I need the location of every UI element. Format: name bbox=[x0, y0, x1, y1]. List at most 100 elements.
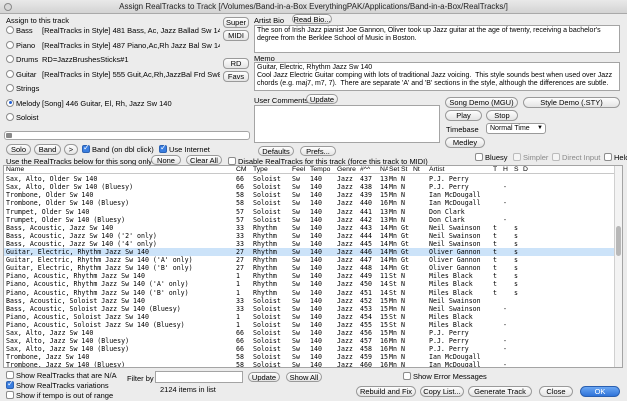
use-internet-checkbox[interactable] bbox=[159, 143, 167, 153]
table-row[interactable]: Sax, Alto, Jazz Sw 140 66 Soloist Sw 140 Jazz… bbox=[4, 329, 622, 337]
track-radio-piano[interactable] bbox=[6, 40, 14, 49]
table-cell: Rhythm bbox=[253, 280, 277, 289]
table-row[interactable]: Trombone, Jazz Sw 140 (Bluesy) 58 Soloist S… bbox=[4, 361, 622, 367]
show-na-label: Show RealTracks that are N/A bbox=[16, 371, 117, 380]
table-row[interactable]: Trumpet, Older Sw 140 (Bluesy) 57 Soloist S… bbox=[4, 216, 622, 224]
track-radio-melody[interactable] bbox=[6, 98, 14, 107]
ok-button[interactable]: OK bbox=[580, 386, 620, 397]
copy-list-button[interactable]: Copy List... bbox=[420, 386, 464, 397]
realtracks-table[interactable]: NameCMTypeFeelTempoGenre#^^NASetStNtArti… bbox=[3, 165, 623, 368]
table-row[interactable]: Piano, Acoustic, Rhythm Jazz Sw 140 ('A'… bbox=[4, 280, 622, 288]
table-row[interactable]: Piano, Acoustic, Soloist Jazz Sw 140 1 Sol… bbox=[4, 313, 622, 321]
show-errors-checkbox[interactable] bbox=[403, 372, 411, 380]
timebase-value: Normal Time bbox=[490, 125, 530, 132]
simpler-checkbox[interactable] bbox=[513, 153, 521, 161]
table-cell: Trombone, Jazz Sw 140 bbox=[6, 353, 90, 362]
table-cell: 446 bbox=[360, 248, 372, 256]
track-radio-strings[interactable] bbox=[6, 84, 14, 92]
table-row[interactable]: Bass, Acoustic, Soloist Jazz Sw 140 33 Sol… bbox=[4, 297, 622, 305]
none-button[interactable]: None bbox=[151, 155, 181, 165]
table-cell: Neil Swainson bbox=[429, 231, 481, 240]
table-cell: Soloist bbox=[253, 353, 281, 362]
bluesy-checkbox[interactable] bbox=[475, 153, 483, 161]
midi-button[interactable]: MIDI bbox=[223, 30, 249, 41]
table-cell: Sw bbox=[292, 215, 300, 224]
table-cell: Trombone, Older Sw 140 bbox=[6, 191, 94, 200]
stop-button[interactable]: Stop bbox=[486, 110, 518, 121]
super-button[interactable]: Super bbox=[223, 17, 249, 28]
table-row[interactable]: Trombone, Older Sw 140 (Bluesy) 58 Soloist… bbox=[4, 199, 622, 207]
track-radio-guitar[interactable] bbox=[6, 69, 14, 78]
show-all-button[interactable]: Show All bbox=[286, 372, 322, 382]
column-header: D bbox=[523, 166, 528, 173]
filter-update-button[interactable]: Update bbox=[248, 372, 280, 382]
band-dbl-click-checkbox[interactable] bbox=[82, 143, 90, 153]
table-row[interactable]: Sax, Alto, Jazz Sw 140 (Bluesy) 66 Soloist… bbox=[4, 337, 622, 345]
table-row[interactable]: Guitar, Electric, Rhythm Jazz Sw 140 ('B… bbox=[4, 264, 622, 272]
table-row[interactable]: Piano, Acoustic, Soloist Jazz Sw 140 (Bl… bbox=[4, 321, 622, 329]
direct-input-checkbox[interactable] bbox=[552, 153, 560, 161]
table-cell: Rhythm bbox=[253, 248, 277, 256]
table-row[interactable]: Piano, Acoustic, Rhythm Jazz Sw 140 ('B'… bbox=[4, 289, 622, 297]
medley-button[interactable]: Medley bbox=[445, 137, 485, 148]
table-row[interactable]: Guitar, Electric, Rhythm Jazz Sw 140 27 Rh… bbox=[4, 248, 622, 257]
table-cell: Guitar, Electric, Rhythm Jazz Sw 140 bbox=[6, 248, 149, 256]
table-scrollbar[interactable] bbox=[614, 166, 622, 367]
track-radio-bass[interactable] bbox=[6, 26, 14, 34]
filter-input[interactable] bbox=[155, 371, 243, 383]
table-row[interactable]: Sax, Alto, Jazz Sw 140 (Bluesy) 66 Soloist… bbox=[4, 345, 622, 353]
table-row[interactable]: Bass, Acoustic, Jazz Sw 140 ('4' only) 33… bbox=[4, 240, 622, 248]
comments-update-button[interactable]: Update bbox=[306, 94, 338, 104]
table-row[interactable]: Bass, Acoustic, Soloist Jazz Sw 140 (Blu… bbox=[4, 305, 622, 313]
table-cell: Soloist bbox=[253, 345, 281, 354]
table-row[interactable]: Bass, Acoustic, Jazz Sw 140 33 Rhythm Sw 140… bbox=[4, 224, 622, 232]
style-demo-button[interactable]: Style Demo (.STY) bbox=[523, 97, 620, 108]
close-button[interactable]: Close bbox=[539, 386, 573, 397]
clear-all-button[interactable]: Clear All bbox=[186, 155, 222, 165]
table-row[interactable]: Piano, Acoustic, Rhythm Jazz Sw 140 1 Rhyt… bbox=[4, 272, 622, 280]
track-radio-drums[interactable] bbox=[6, 55, 14, 63]
table-cell: Jazz bbox=[337, 239, 353, 248]
table-cell: 1 bbox=[236, 320, 240, 329]
solo-button[interactable]: Solo bbox=[6, 144, 31, 155]
timebase-select[interactable]: Normal Time ▼ bbox=[486, 123, 546, 134]
show-tempo-range-checkbox[interactable] bbox=[6, 391, 14, 399]
play-button[interactable]: Play bbox=[445, 110, 482, 121]
defaults-button[interactable]: Defaults bbox=[258, 146, 294, 156]
table-row[interactable]: Trumpet, Older Sw 140 57 Soloist Sw 140 Jazz 4… bbox=[4, 208, 622, 216]
table-row[interactable]: Trombone, Older Sw 140 58 Soloist Sw 140 Jazz… bbox=[4, 191, 622, 199]
slider-thumb[interactable] bbox=[6, 133, 12, 138]
table-row[interactable]: Sax, Alto, Older Sw 140 66 Soloist Sw 140 Jaz… bbox=[4, 175, 622, 183]
held-checkbox[interactable] bbox=[604, 153, 612, 161]
song-demo-button[interactable]: Song Demo (MGU) bbox=[445, 97, 518, 108]
rebuild-fix-button[interactable]: Rebuild and Fix bbox=[356, 386, 416, 397]
show-na-checkbox[interactable] bbox=[6, 371, 14, 379]
table-cell: 455 bbox=[360, 320, 372, 329]
read-bio-button[interactable]: Read Bio... bbox=[292, 14, 332, 24]
table-cell: t bbox=[493, 231, 497, 240]
next-button[interactable]: > bbox=[64, 144, 78, 155]
table-cell: N bbox=[401, 337, 405, 346]
rd-button[interactable]: RD bbox=[223, 58, 249, 69]
table-row[interactable]: Bass, Acoustic, Jazz Sw 140 ('2' only) 33… bbox=[4, 232, 622, 240]
scrollbar-thumb[interactable] bbox=[616, 226, 621, 256]
table-cell: Sw bbox=[292, 304, 300, 313]
table-row[interactable]: Guitar, Electric, Rhythm Jazz Sw 140 ('A… bbox=[4, 256, 622, 264]
position-slider[interactable] bbox=[4, 131, 250, 140]
table-cell: 140 bbox=[310, 345, 322, 354]
table-cell: Sw bbox=[292, 207, 300, 216]
show-variations-checkbox[interactable] bbox=[6, 379, 14, 389]
table-cell: Sax, Alto, Jazz Sw 140 (Bluesy) bbox=[6, 345, 130, 354]
track-radio-soloist[interactable] bbox=[6, 113, 14, 121]
table-cell: 140 bbox=[310, 239, 322, 248]
table-row[interactable]: Sax, Alto, Older Sw 140 (Bluesy) 66 Solois… bbox=[4, 183, 622, 191]
prefs-button[interactable]: Prefs... bbox=[300, 146, 336, 156]
generate-track-button[interactable]: Generate Track bbox=[468, 386, 532, 397]
disable-realtracks-checkbox[interactable] bbox=[228, 157, 236, 165]
band-button[interactable]: Band bbox=[34, 144, 61, 155]
favs-button[interactable]: Favs bbox=[223, 71, 249, 82]
table-cell: Guitar, Electric, Rhythm Jazz Sw 140 ('A… bbox=[6, 256, 193, 265]
user-comments-input[interactable] bbox=[254, 105, 440, 143]
table-cell: Sw bbox=[292, 175, 300, 184]
table-row[interactable]: Trombone, Jazz Sw 140 58 Soloist Sw 140 Jazz 4… bbox=[4, 353, 622, 361]
